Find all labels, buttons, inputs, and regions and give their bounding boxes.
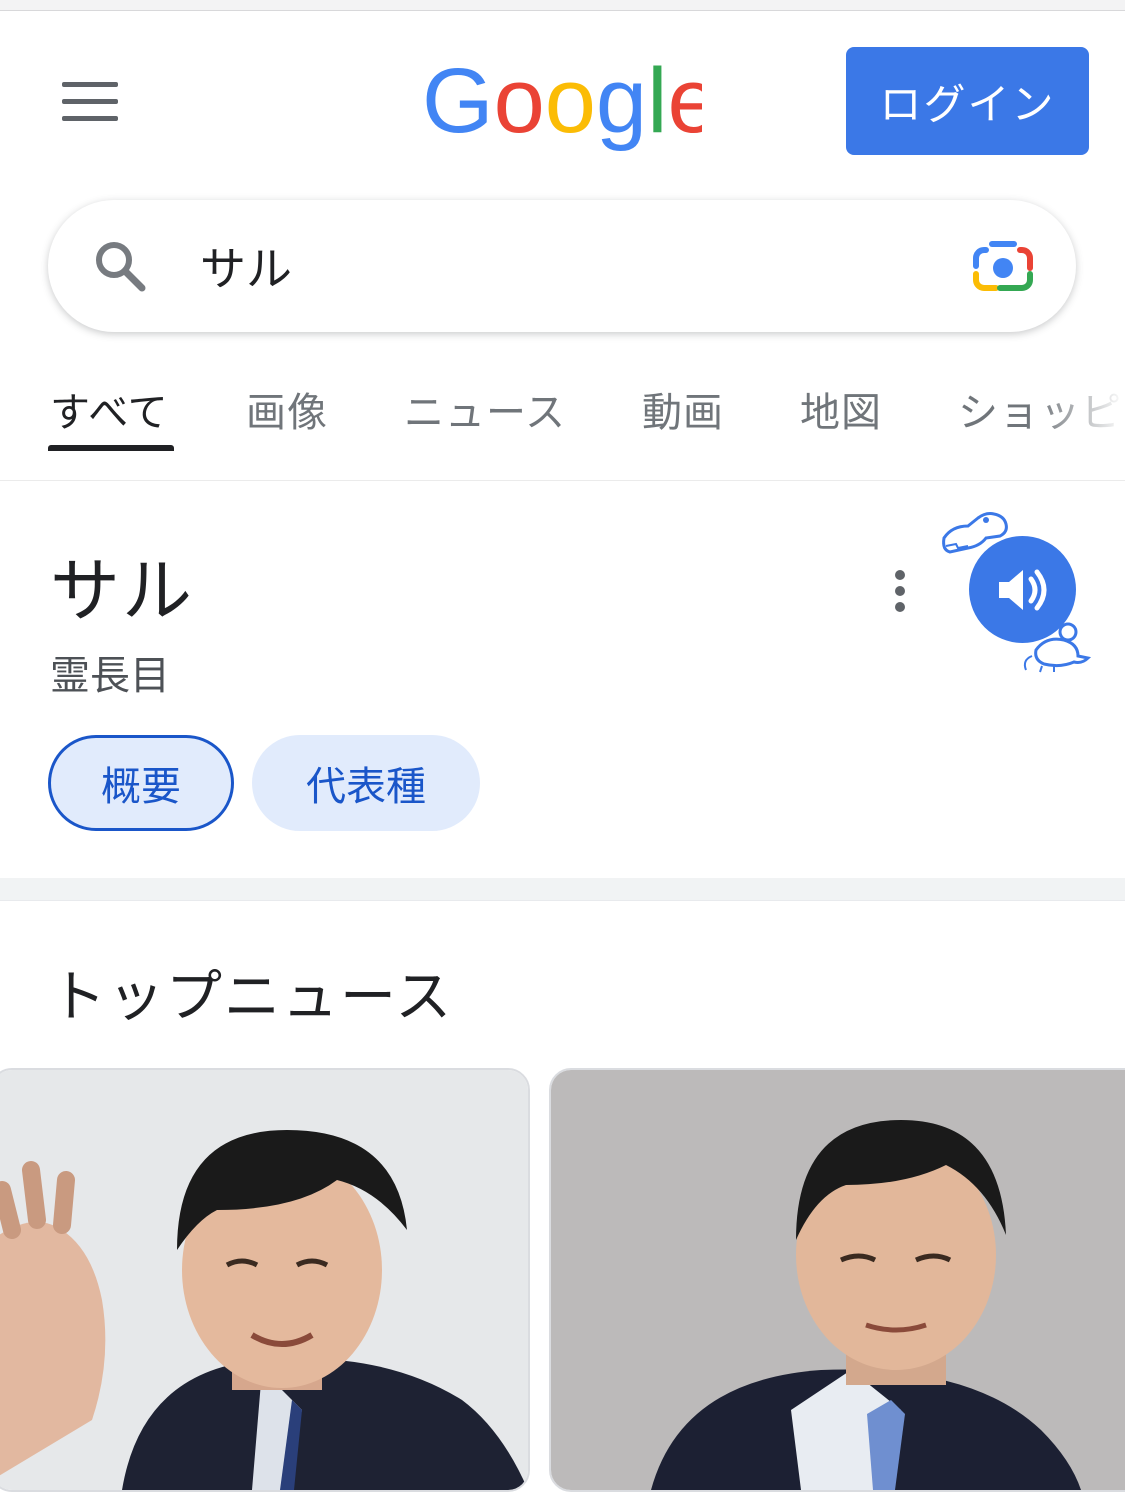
tab-all[interactable]: すべて	[50, 380, 169, 438]
news-card-1[interactable]	[0, 1068, 530, 1492]
more-options-icon[interactable]	[888, 570, 912, 612]
hamburger-menu-icon[interactable]	[62, 80, 118, 122]
news-card-1-image	[0, 1070, 528, 1490]
knowledge-panel-subtitle: 霊長目	[50, 653, 170, 699]
browser-top-edge	[0, 0, 1125, 11]
tab-news[interactable]: ニュース	[404, 380, 566, 438]
section-divider	[0, 878, 1125, 901]
news-card-2-image	[551, 1070, 1125, 1490]
google-logo[interactable]: Google	[422, 50, 702, 160]
news-card-2[interactable]	[549, 1068, 1125, 1492]
svg-text:Google: Google	[422, 50, 702, 152]
active-tab-indicator	[48, 445, 174, 451]
tab-images[interactable]: 画像	[246, 380, 328, 438]
pronunciation-widget	[936, 500, 1111, 680]
chip-overview[interactable]: 概要	[48, 735, 234, 831]
login-button[interactable]: ログイン	[846, 47, 1089, 155]
knowledge-panel-title: サル	[50, 550, 194, 632]
top-news-heading: トップニュース	[50, 965, 454, 1030]
search-icon[interactable]	[92, 238, 148, 294]
tab-videos[interactable]: 動画	[642, 380, 724, 438]
search-box[interactable]	[48, 200, 1076, 332]
tab-maps[interactable]: 地図	[800, 380, 882, 438]
search-input[interactable]	[200, 230, 900, 302]
search-tabs: すべて 画像 ニュース 動画 地図 ショッピ	[0, 350, 1125, 481]
speaker-icon[interactable]	[969, 536, 1076, 643]
google-lens-camera-icon[interactable]	[972, 238, 1034, 294]
chip-representative-species[interactable]: 代表種	[252, 735, 480, 831]
tabs-fade-overlay	[1035, 350, 1125, 480]
